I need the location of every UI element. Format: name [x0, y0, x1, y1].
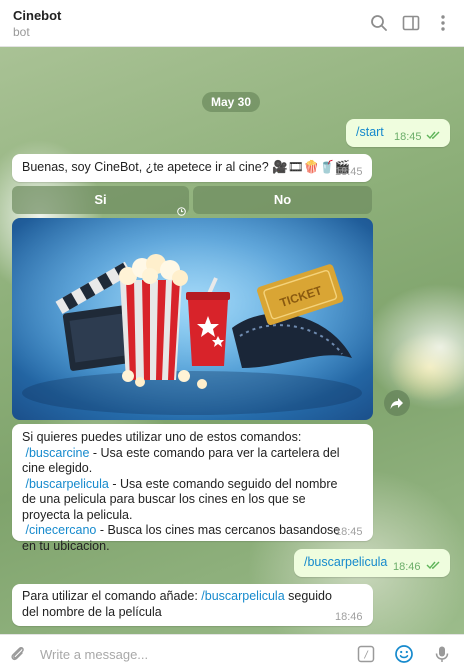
command-link[interactable]: /buscarcine — [25, 446, 89, 460]
chat-subtitle: bot — [13, 25, 30, 39]
commands-intro: Si quieres puedes utilizar uno de estos … — [22, 430, 302, 444]
attach-icon[interactable] — [8, 644, 28, 664]
command-item: /buscarcine - Usa este comando para ver … — [22, 446, 352, 477]
message-outgoing[interactable]: /buscarpelicula 18:46 — [294, 549, 450, 577]
message-incoming[interactable]: Para utilizar el comando añade: /buscarp… — [12, 584, 373, 626]
chat-header: Cinebot bot — [0, 0, 464, 47]
message-text: Si quieres puedes utilizar uno de estos … — [22, 430, 352, 554]
message-text: Para utilizar el comando añade: /buscarp… — [22, 589, 342, 620]
message-time: 18:45 — [335, 166, 363, 178]
message-composer: / — [0, 634, 464, 672]
command-link[interactable]: /start — [356, 125, 384, 141]
date-separator: May 30 — [202, 92, 260, 112]
message-time: 18:46 — [393, 561, 421, 573]
message-time: 18:45 — [394, 131, 422, 143]
emoji-icon[interactable] — [394, 644, 414, 664]
message-text: Buenas, soy CineBot, ¿te apetece ir al c… — [22, 160, 351, 174]
read-checks-icon — [426, 129, 442, 145]
message-time: 18:46 — [335, 611, 363, 623]
microphone-icon[interactable] — [432, 644, 452, 664]
command-link[interactable]: /cinecercano — [25, 523, 96, 537]
command-link[interactable]: /buscarpelicula — [25, 477, 108, 491]
chat-title[interactable]: Cinebot — [13, 8, 61, 23]
share-button[interactable] — [384, 390, 410, 416]
message-photo[interactable]: TICKET — [12, 218, 373, 420]
message-incoming[interactable]: Buenas, soy CineBot, ¿te apetece ir al c… — [12, 154, 372, 182]
command-item: /buscarpelicula - Usa este comando segui… — [22, 477, 352, 524]
message-outgoing[interactable]: /start 18:45 — [346, 119, 450, 147]
keyboard-button-si[interactable]: Si — [12, 186, 189, 214]
command-link[interactable]: /buscarpelicula — [304, 555, 387, 571]
message-time: 18:45 — [335, 526, 363, 538]
bot-commands-glyph: / — [363, 650, 368, 662]
read-checks-icon — [426, 559, 442, 575]
more-vertical-icon[interactable] — [432, 12, 454, 34]
command-link[interactable]: /buscarpelicula — [201, 589, 284, 603]
cinema-illustration: TICKET — [12, 218, 373, 420]
sidebar-toggle-icon[interactable] — [400, 12, 422, 34]
keyboard-button-no[interactable]: No — [193, 186, 372, 214]
message-input[interactable] — [40, 643, 340, 665]
pending-clock-icon — [177, 204, 186, 216]
bot-commands-icon[interactable]: / — [356, 644, 376, 664]
message-incoming[interactable]: Si quieres puedes utilizar uno de estos … — [12, 424, 373, 553]
share-icon — [390, 398, 403, 409]
search-icon[interactable] — [368, 12, 390, 34]
message-text-prefix: Para utilizar el comando añade: — [22, 589, 202, 603]
